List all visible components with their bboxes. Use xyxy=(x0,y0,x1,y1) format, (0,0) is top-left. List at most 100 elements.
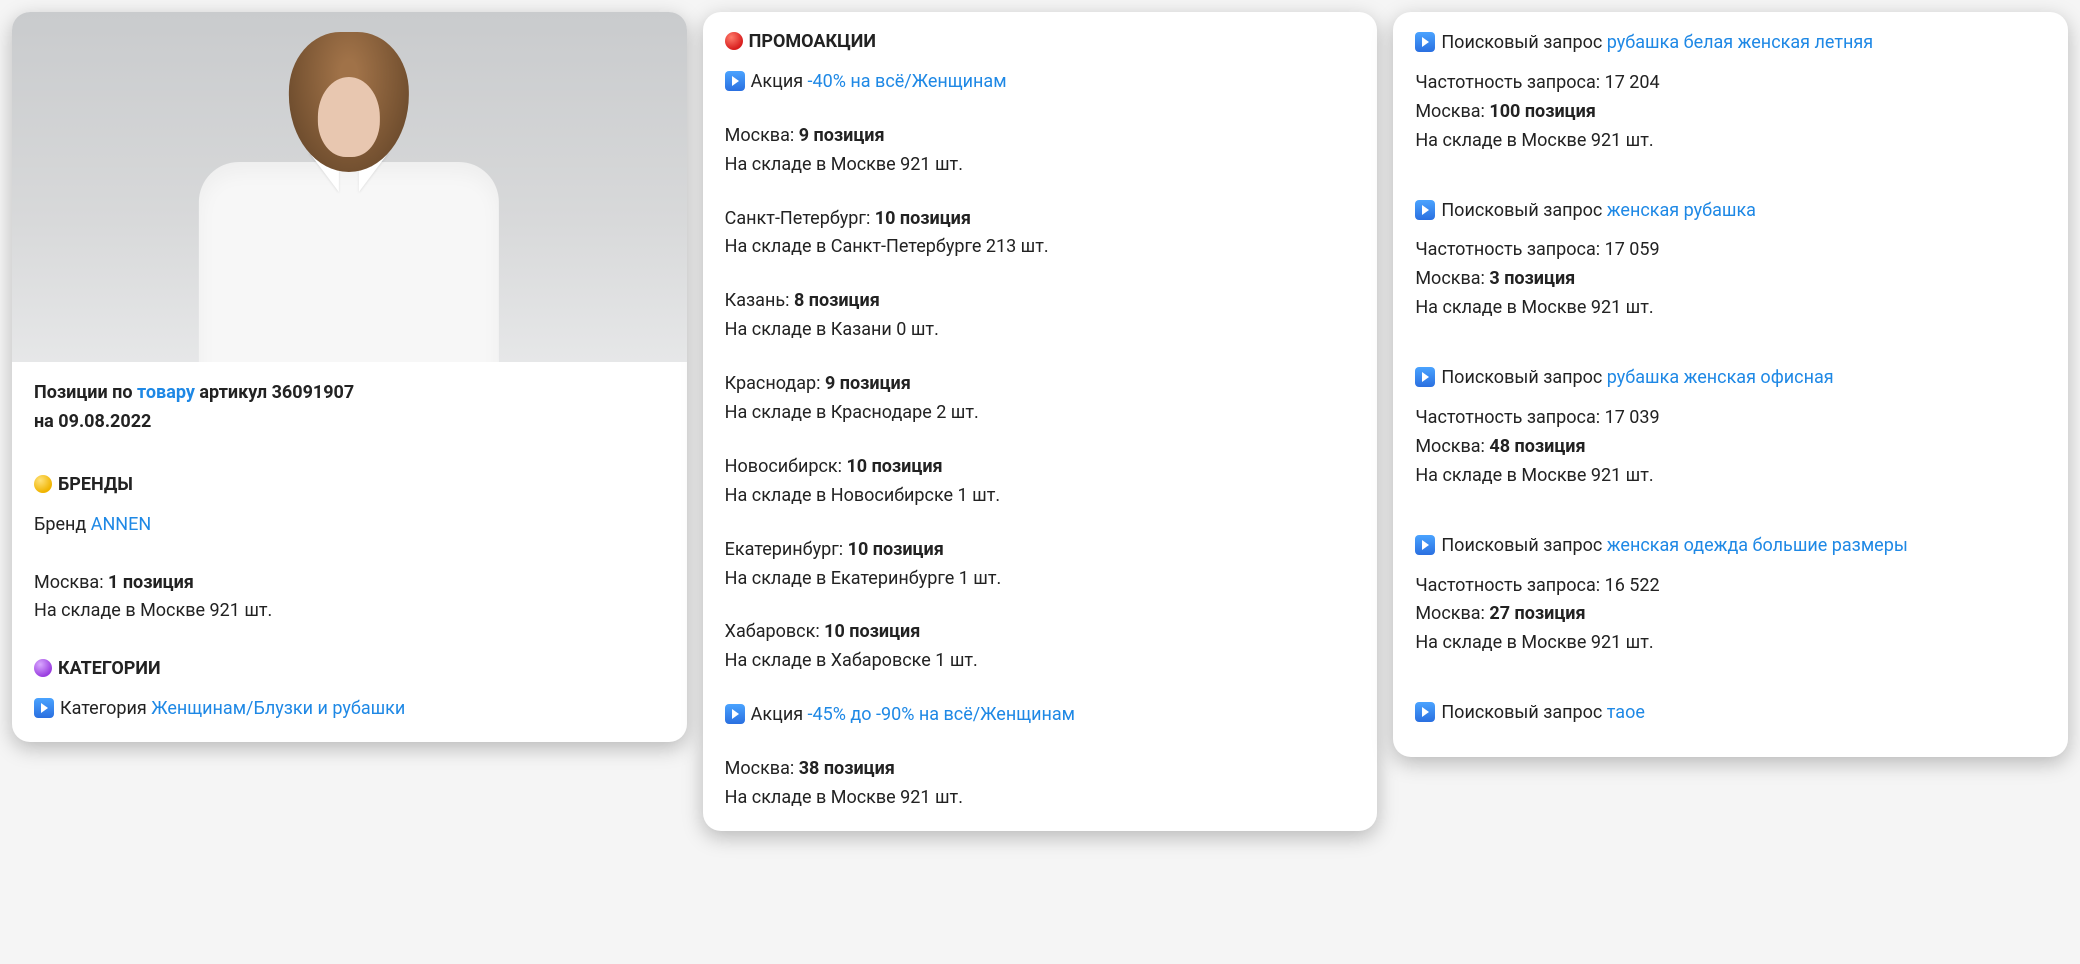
city-value: 38 позиция xyxy=(799,758,895,779)
stock-line: На складе в Новосибирске 1 шт. xyxy=(725,482,1356,510)
city-block: Новосибирск: 10 позиция На складе в Новос… xyxy=(725,453,1356,510)
city-block: Хабаровск: 10 позицияНа складе в Хабаров… xyxy=(725,618,1356,675)
city-position-line: Москва: 38 позиция xyxy=(725,755,1356,783)
query-label: Поисковый запрос xyxy=(1441,702,1606,723)
purple-circle-icon xyxy=(34,659,52,677)
brand-city-line: Москва: 1 позиция xyxy=(34,569,665,597)
city-position-line: Казань: 8 позиция xyxy=(725,287,1356,315)
promo2-link[interactable]: -45% до -90% на всё/Женщинам xyxy=(808,704,1075,725)
promo1-label: Акция xyxy=(751,71,808,92)
query-label: Поисковый запрос xyxy=(1441,32,1606,53)
query-stock-line: На складе в Москве 921 шт. xyxy=(1415,629,2046,657)
city-prefix: Новосибирск: xyxy=(725,456,847,477)
promo1-line: Акция -40% на всё/Женщинам xyxy=(725,68,1356,96)
query-details: Частотность запроса: 17 039Москва: 48 по… xyxy=(1415,404,2046,490)
stock-line: На складе в Казани 0 шт. xyxy=(725,316,1356,344)
play-icon xyxy=(725,704,745,724)
query-city-line: Москва: 27 позиция xyxy=(1415,600,2046,628)
card-promos: ПРОМОАКЦИИ Акция -40% на всё/Женщинам Мо… xyxy=(703,12,1378,831)
city-block: Казань: 8 позицияНа складе в Казани 0 шт… xyxy=(725,287,1356,344)
red-circle-icon xyxy=(725,32,743,50)
queries-body: Поисковый запрос рубашка белая женская л… xyxy=(1393,12,2068,757)
article-text: артикул 36091907 xyxy=(195,382,354,403)
promo2-cities: Москва: 38 позицияНа складе в Москве 921… xyxy=(725,755,1356,812)
play-icon xyxy=(725,71,745,91)
query-line: Поисковый запрос женская одежда большие … xyxy=(1415,532,2046,560)
query-line: Поисковый запрос рубашка женская офисная xyxy=(1415,364,2046,392)
query-city-value: 48 позиция xyxy=(1489,436,1585,457)
product-image xyxy=(12,12,687,362)
query-line: Поисковый запрос таое xyxy=(1415,699,2046,727)
query-city-prefix: Москва: xyxy=(1415,603,1489,624)
query-city-line: Москва: 3 позиция xyxy=(1415,265,2046,293)
promos-heading-text: ПРОМОАКЦИИ xyxy=(749,31,876,52)
play-icon xyxy=(1415,702,1435,722)
play-icon xyxy=(1415,200,1435,220)
city-block: Москва: 9 позиция На складе в Москве 921 … xyxy=(725,122,1356,179)
brand-stock-line: На складе в Москве 921 шт. xyxy=(34,597,665,625)
city-block: Краснодар: 9 позиция На складе в Краснода… xyxy=(725,370,1356,427)
query-city-value: 27 позиция xyxy=(1489,603,1585,624)
query-city-prefix: Москва: xyxy=(1415,268,1489,289)
city-block: Санкт-Петербург: 10 позицияНа складе в С… xyxy=(725,205,1356,262)
category-link[interactable]: Женщинам/Блузки и рубашки xyxy=(151,698,405,719)
city-value: 8 позиция xyxy=(794,290,880,311)
cards-row: Позиции по товару артикул 36091907 на 09… xyxy=(12,12,2068,831)
city-prefix: Казань: xyxy=(725,290,794,311)
query-label: Поисковый запрос xyxy=(1441,535,1606,556)
category-line: Категория Женщинам/Блузки и рубашки xyxy=(34,695,665,723)
stock-line: На складе в Москве 921 шт. xyxy=(725,151,1356,179)
promo2-label: Акция xyxy=(751,704,808,725)
query-details: Частотность запроса: 17 059Москва: 3 поз… xyxy=(1415,236,2046,322)
query-link[interactable]: таое xyxy=(1607,702,1645,723)
brand-city-prefix: Москва: xyxy=(34,572,108,593)
city-value: 10 позиция xyxy=(846,456,942,477)
play-icon xyxy=(34,698,54,718)
city-prefix: Краснодар: xyxy=(725,373,825,394)
brand-city-value: 1 позиция xyxy=(108,572,194,593)
query-city-line: Москва: 48 позиция xyxy=(1415,433,2046,461)
promo1-link[interactable]: -40% на всё/Женщинам xyxy=(808,71,1007,92)
brand-link[interactable]: ANNEN xyxy=(91,514,152,535)
city-prefix: Хабаровск: xyxy=(725,621,824,642)
brands-heading: БРЕНДЫ xyxy=(34,471,665,499)
positions-prefix: Позиции по xyxy=(34,382,137,403)
stock-line: На складе в Санкт-Петербурге 213 шт. xyxy=(725,233,1356,261)
query-link[interactable]: женская одежда большие размеры xyxy=(1607,535,1908,556)
city-prefix: Москва: xyxy=(725,125,799,146)
query-frequency: Частотность запроса: 17 059 xyxy=(1415,236,2046,264)
query-details: Частотность запроса: 17 204Москва: 100 п… xyxy=(1415,69,2046,155)
product-link[interactable]: товару xyxy=(137,382,195,403)
query-link[interactable]: рубашка женская офисная xyxy=(1607,367,1834,388)
query-frequency: Частотность запроса: 17 204 xyxy=(1415,69,2046,97)
query-frequency: Частотность запроса: 16 522 xyxy=(1415,572,2046,600)
query-label: Поисковый запрос xyxy=(1441,200,1606,221)
city-block: Екатеринбург: 10 позицияНа складе в Екат… xyxy=(725,536,1356,593)
promo2-line: Акция -45% до -90% на всё/Женщинам xyxy=(725,701,1356,729)
query-city-line: Москва: 100 позиция xyxy=(1415,98,2046,126)
city-prefix: Москва: xyxy=(725,758,799,779)
query-link[interactable]: рубашка белая женская летняя xyxy=(1607,32,1873,53)
city-value: 9 позиция xyxy=(799,125,885,146)
city-block: Москва: 38 позицияНа складе в Москве 921… xyxy=(725,755,1356,812)
query-city-prefix: Москва: xyxy=(1415,436,1489,457)
city-position-line: Хабаровск: 10 позиция xyxy=(725,618,1356,646)
city-prefix: Екатеринбург: xyxy=(725,539,848,560)
query-city-value: 3 позиция xyxy=(1489,268,1575,289)
yellow-circle-icon xyxy=(34,475,52,493)
query-link[interactable]: женская рубашка xyxy=(1607,200,1756,221)
city-value: 9 позиция xyxy=(825,373,911,394)
categories-heading: КАТЕГОРИИ xyxy=(34,655,665,683)
categories-heading-text: КАТЕГОРИИ xyxy=(58,658,161,679)
city-prefix: Санкт-Петербург: xyxy=(725,208,875,229)
query-line: Поисковый запрос женская рубашка xyxy=(1415,197,2046,225)
query-details: Частотность запроса: 16 522Москва: 27 по… xyxy=(1415,572,2046,658)
stock-line: На складе в Краснодаре 2 шт. xyxy=(725,399,1356,427)
promo1-cities: Москва: 9 позиция На складе в Москве 921 … xyxy=(725,122,1356,675)
category-label: Категория xyxy=(60,698,151,719)
card-queries: Поисковый запрос рубашка белая женская л… xyxy=(1393,12,2068,757)
city-position-line: Санкт-Петербург: 10 позиция xyxy=(725,205,1356,233)
brand-line: Бренд ANNEN xyxy=(34,511,665,539)
query-stock-line: На складе в Москве 921 шт. xyxy=(1415,294,2046,322)
play-icon xyxy=(1415,32,1435,52)
